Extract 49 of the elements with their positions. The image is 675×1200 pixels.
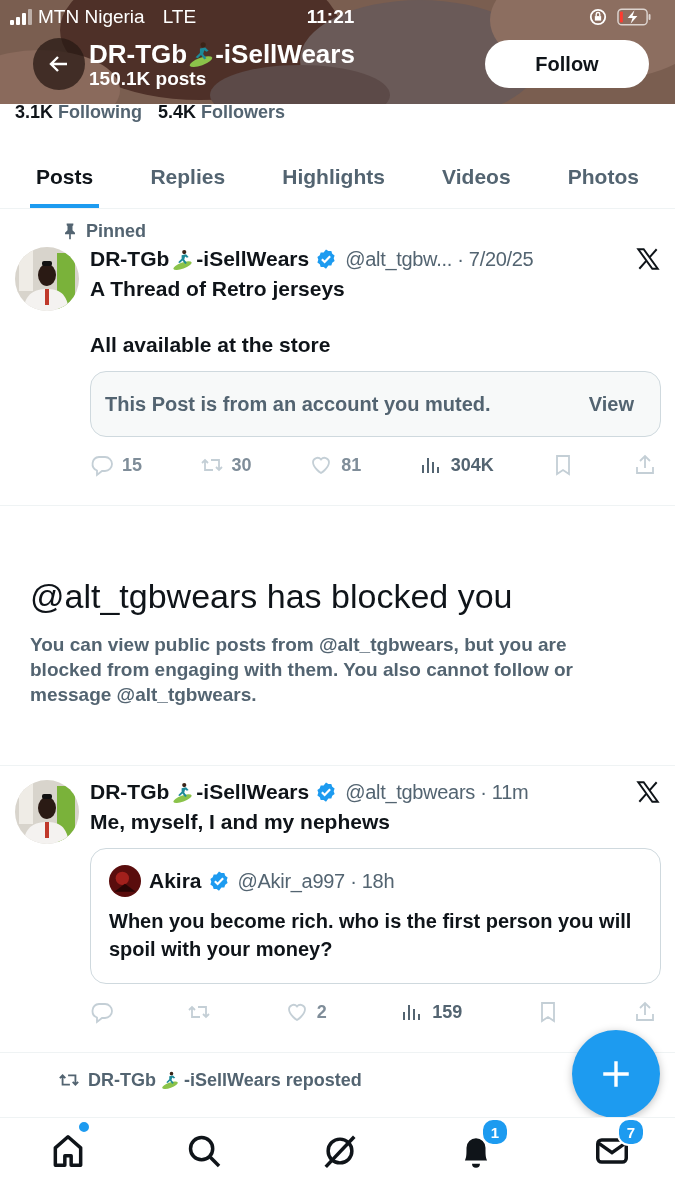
post-count: 150.1K posts xyxy=(89,69,208,89)
pinned-label: Pinned xyxy=(86,220,146,242)
author-name: -iSellWears xyxy=(196,247,310,271)
compose-button[interactable] xyxy=(572,1030,660,1118)
x-logo-icon[interactable] xyxy=(635,779,661,805)
post-text: A Thread of Retro jerseys All available at the store xyxy=(90,276,346,358)
profile-tab[interactable]: Videos xyxy=(436,124,517,208)
signal-icon xyxy=(10,9,32,25)
count-badge: 7 xyxy=(617,1118,645,1146)
author-name: -iSellWears xyxy=(196,780,310,804)
follow-button[interactable]: Follow xyxy=(485,40,649,88)
network-type: LTE xyxy=(162,6,197,28)
reposted-by: DR-TGb xyxy=(88,1069,156,1091)
profile-tab[interactable]: Posts xyxy=(30,124,100,208)
clock-time: 11:21 xyxy=(306,6,355,28)
surfer-icon xyxy=(172,248,194,270)
battery-icon xyxy=(617,8,651,26)
author-name: DR-TGb xyxy=(90,247,170,271)
rotation-lock-icon xyxy=(589,8,607,26)
surfer-icon xyxy=(188,41,215,67)
follow-stat-link[interactable]: 5.4K Followers xyxy=(158,104,286,124)
reposted-by: -iSellWears reposted xyxy=(184,1069,362,1091)
follow-stat-link[interactable]: 3.1K Following xyxy=(15,104,142,124)
count-badge: 1 xyxy=(481,1118,509,1146)
blocked-message: You can view public posts from @alt_tgbwears, but you are blocked from engaging with them. You also cannot follow or message @alt_tgbwears. xyxy=(30,633,574,707)
surfer-icon xyxy=(161,1071,179,1089)
view-button[interactable]: View xyxy=(588,392,634,416)
muted-notice-text: This Post is from an account you muted. xyxy=(105,392,491,416)
author-name: Akira xyxy=(149,869,202,893)
profile-name: DR-TGb xyxy=(89,39,188,69)
handle-and-time: @Akir_a997 · 18h xyxy=(237,869,395,893)
profile-name: -iSellWears xyxy=(215,39,355,69)
profile-tab[interactable]: Replies xyxy=(144,124,232,208)
views-button[interactable]: 159 xyxy=(400,1000,463,1024)
handle-and-time: @alt_tgbw... · 7/20/25 xyxy=(345,247,534,271)
surfer-icon xyxy=(172,781,194,803)
quoted-post-text: When you become rich. who is the first person you will spoil with your money? xyxy=(109,909,633,962)
reply-icon xyxy=(90,1000,114,1024)
reply-icon xyxy=(90,453,114,477)
x-logo-icon[interactable] xyxy=(635,246,661,272)
quoted-post-card[interactable]: Akira @Akir_a997 · 18h When you become rich. who is the first person you will spoil with your money? xyxy=(90,848,661,984)
handle-and-time: @alt_tgbwears · 11m xyxy=(345,780,529,804)
views-button[interactable]: 304K xyxy=(418,453,494,477)
blocked-title: @alt_tgbwears has blocked you xyxy=(30,576,514,616)
post-text: Me, myself, I and my nephews xyxy=(90,809,391,835)
author-name: DR-TGb xyxy=(90,780,170,804)
profile-tab[interactable]: Highlights xyxy=(276,124,391,208)
carrier-name: MTN Nigeria xyxy=(38,6,145,28)
profile-tab[interactable]: Photos xyxy=(561,124,645,208)
